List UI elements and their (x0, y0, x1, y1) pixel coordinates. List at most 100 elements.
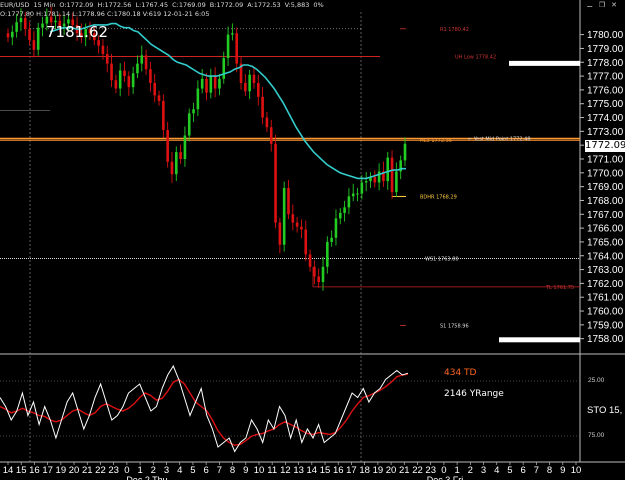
candle-body (105, 53, 109, 64)
header-pair: EUR/USD (0, 1, 30, 9)
candle-body (274, 143, 277, 223)
candle-body (170, 161, 174, 175)
candle-body (213, 76, 217, 89)
level-label-uh_low: UH Low 1778.42 (455, 54, 496, 60)
candle-body (256, 82, 260, 97)
candle-body (144, 55, 148, 70)
y-tick-label: 1777.00 (587, 72, 624, 83)
y-tick-label: 1775.00 (587, 99, 624, 110)
y-tick-label: 1758.00 (587, 334, 624, 345)
candle-body (300, 226, 303, 230)
x-tick-label: 2 (468, 465, 473, 476)
x-tick-label: 21 (82, 465, 93, 476)
candle-body (317, 276, 320, 283)
candle-body (304, 229, 308, 255)
candle-body (269, 127, 273, 144)
candle-body (386, 157, 390, 182)
candle-body (338, 212, 342, 219)
candle-body (248, 74, 251, 92)
current-price-box: 1772.09 (585, 140, 625, 152)
x-tick-label: 7 (534, 465, 539, 476)
x-tick-label: 12 (280, 465, 291, 476)
x-tick-label: 9 (560, 465, 565, 476)
header-timeframe: 15 Min (33, 1, 56, 9)
candle-body (235, 33, 239, 64)
candle-body (261, 96, 264, 118)
candle-body (313, 266, 316, 277)
y-tick-label: 1761.00 (587, 293, 624, 304)
candle-body (265, 117, 269, 128)
x-tick-label: 17 (42, 465, 53, 476)
overlay-number: 7181.62 (46, 23, 109, 41)
x-tick-label: 15 (320, 465, 331, 476)
x-tick-label: 11 (267, 465, 277, 476)
candle-body (162, 100, 165, 130)
y-tick-label: 1769.00 (587, 182, 624, 193)
candle-body (295, 222, 299, 227)
x-tick-label: 20 (69, 465, 80, 476)
candle-body (205, 78, 208, 93)
header2-time: 12-01-21 (163, 10, 193, 18)
restore-icon[interactable]: ❐ (599, 1, 605, 9)
candle-body (36, 27, 40, 50)
y-tick-label: 1779.00 (587, 44, 624, 55)
candle-body (54, 20, 57, 23)
y-tick-label: 1770.00 (587, 168, 624, 179)
candle-body (127, 76, 131, 88)
candle-body (278, 222, 282, 245)
x-tick-label: 14 (307, 465, 318, 476)
header-open: O:1772.09 (59, 1, 94, 9)
price-chart[interactable]: 1780.001779.001778.001777.001776.001775.… (0, 0, 625, 480)
x-tick-label: 13 (293, 465, 304, 476)
candle-body (196, 88, 200, 110)
sto-label: STO 15, (587, 405, 623, 416)
candle-body (326, 241, 329, 267)
candle-body (390, 157, 394, 193)
header2-tick: 6:05 (194, 10, 210, 18)
candle-body (200, 78, 204, 89)
y-tick-label: 1774.00 (587, 113, 624, 124)
x-tick-label: 9 (243, 465, 248, 476)
stoch-d-line (0, 373, 409, 446)
minimize-icon[interactable]: ⚊ (587, 1, 593, 9)
candle-body (23, 18, 27, 30)
candle-body (15, 22, 18, 32)
y-tick-label: 1768.00 (587, 196, 624, 207)
y-tick-label: 1767.00 (587, 210, 624, 221)
x-tick-label: 10 (254, 465, 265, 476)
chart-header: EUR/USD 15 Min O:1772.09 H:1772.56 L:176… (0, 0, 625, 10)
y-tick-label: 1766.00 (587, 224, 624, 235)
x-tick-label: 7 (217, 465, 222, 476)
candle-body (187, 113, 191, 136)
x-tick-label: 10 (571, 465, 582, 476)
header-ask: A:1772.53 (247, 1, 281, 9)
level-label-tl: TL 1761.75 (545, 285, 574, 291)
candle-body (166, 129, 169, 162)
level-label-ws1: WS1 1763.80 (425, 257, 459, 263)
header-high: H:1772.56 (97, 1, 132, 9)
header-volume: V:5,883 (284, 1, 310, 9)
x-sublabel-1: Dec 3 Fri (427, 475, 464, 480)
candle-body (291, 214, 295, 223)
candle-body (403, 143, 407, 161)
candle-body (364, 181, 368, 183)
y-tick-label: 1762.00 (587, 279, 624, 290)
x-tick-label: 20 (386, 465, 397, 476)
candle-body (153, 82, 157, 96)
x-tick-label: 19 (56, 465, 67, 476)
candle-body (330, 237, 333, 242)
x-tick-label: 4 (177, 465, 182, 476)
candle-body (136, 63, 139, 74)
candle-body (308, 254, 312, 267)
header-bid: B:1772.09 (209, 1, 244, 9)
x-tick-label: 22 (412, 465, 423, 476)
candle-body (360, 182, 364, 194)
candle-body (110, 63, 113, 81)
close-icon[interactable]: ✕ (611, 1, 617, 9)
x-tick-label: 6 (203, 465, 208, 476)
x-tick-label: 8 (230, 465, 235, 476)
y-tick-label: 1776.00 (587, 85, 624, 96)
candle-body (101, 45, 105, 54)
header2-high: H:1781.14 (36, 10, 71, 18)
y-tick-label: 1760.00 (587, 307, 624, 318)
